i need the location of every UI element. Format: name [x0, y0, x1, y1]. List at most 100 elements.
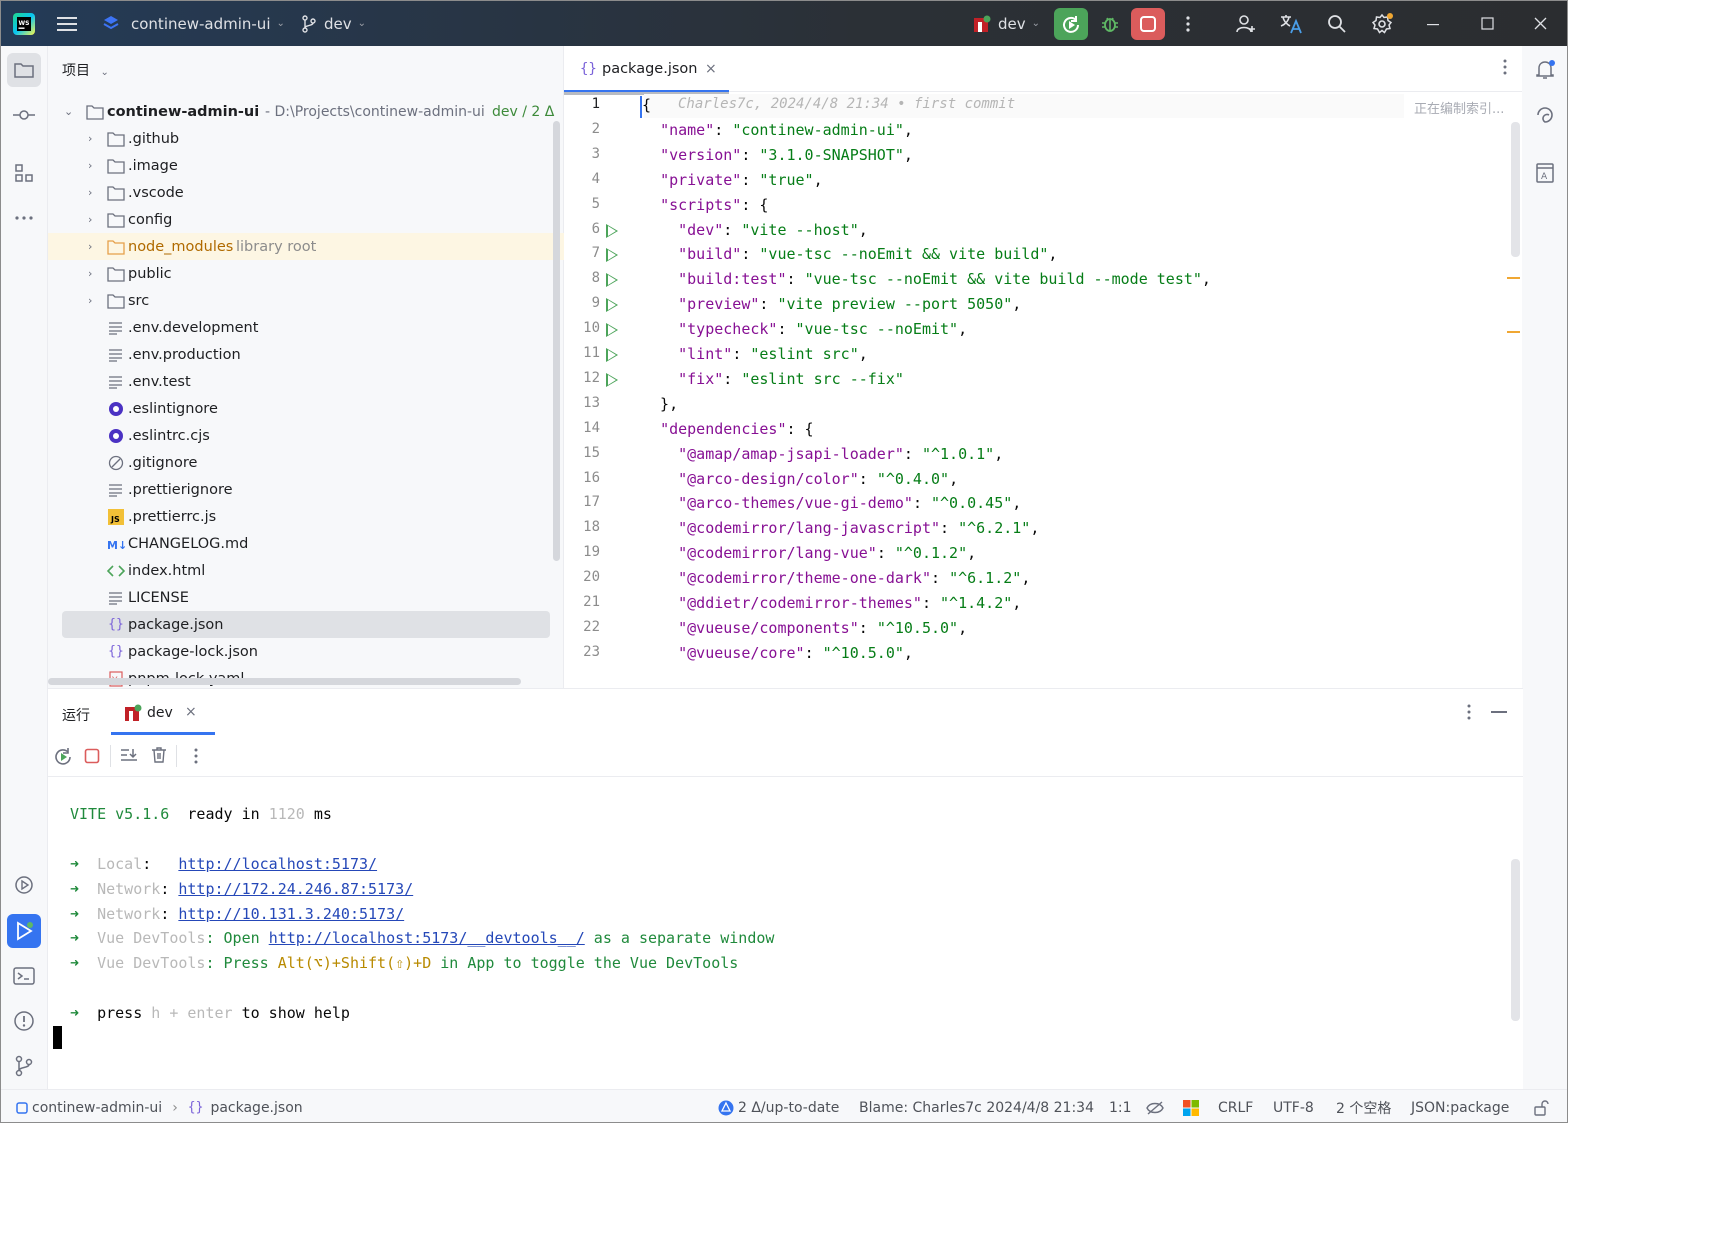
line-separator[interactable]: CRLF: [1218, 1090, 1253, 1122]
stop-button[interactable]: [1131, 8, 1165, 40]
chevron-down-icon[interactable]: ⌄: [64, 105, 73, 118]
blame-status[interactable]: Blame: Charles7c 2024/4/8 21:34: [859, 1090, 1094, 1122]
caret-position[interactable]: 1:1: [1109, 1090, 1132, 1122]
chevron-right-icon[interactable]: ›: [88, 294, 92, 307]
structure-tool-button[interactable]: [7, 156, 41, 190]
search-button[interactable]: [1320, 8, 1354, 40]
indent-setting[interactable]: 2 个空格: [1336, 1090, 1391, 1122]
minimize-button[interactable]: [1427, 1, 1441, 46]
scroll-to-end-button[interactable]: [120, 747, 138, 769]
settings-button[interactable]: [1365, 8, 1399, 40]
debug-button[interactable]: [1093, 8, 1127, 40]
run-tool-button[interactable]: [7, 914, 41, 948]
commit-tool-button[interactable]: [7, 98, 41, 132]
hide-panel-button[interactable]: [1491, 711, 1507, 713]
run-script-icon[interactable]: [606, 223, 618, 238]
problems-tool-button[interactable]: [7, 1004, 41, 1038]
branch-selector[interactable]: dev ⌄: [301, 1, 366, 46]
notifications-button[interactable]: [1528, 53, 1562, 87]
chevron-right-icon[interactable]: ›: [88, 240, 92, 253]
terminal-tool-button[interactable]: [7, 959, 41, 993]
run-script-icon[interactable]: [606, 372, 618, 387]
database-tool-button[interactable]: A: [1528, 156, 1562, 190]
chevron-right-icon[interactable]: ›: [88, 186, 92, 199]
clear-output-button[interactable]: [151, 746, 167, 768]
more-actions-button[interactable]: [1171, 8, 1205, 40]
close-tab-icon[interactable]: ×: [705, 61, 717, 77]
editor-tab-package-json[interactable]: {} package.json ×: [564, 46, 729, 93]
tree-item[interactable]: .eslintrc.cjs: [48, 422, 564, 449]
chevron-right-icon[interactable]: ›: [88, 132, 92, 145]
ai-assistant-button[interactable]: [1528, 98, 1562, 132]
main-menu-icon[interactable]: [57, 1, 79, 46]
tree-item-label: package.json: [128, 616, 224, 633]
project-selector[interactable]: continew-admin-ui ⌄: [101, 1, 285, 46]
tree-item[interactable]: .env.production: [48, 341, 564, 368]
account-button[interactable]: [1229, 8, 1263, 40]
inspection-toggle[interactable]: [1146, 1090, 1164, 1122]
tree-item[interactable]: › config: [48, 206, 564, 233]
run-panel-more-button[interactable]: [1466, 703, 1472, 725]
close-window-button[interactable]: [1534, 1, 1548, 46]
stop-button[interactable]: [84, 748, 100, 768]
local-url-link[interactable]: http://localhost:5173/: [178, 855, 377, 873]
tree-item[interactable]: JS .prettierrc.js: [48, 503, 564, 530]
chevron-right-icon[interactable]: ›: [88, 267, 92, 280]
run-script-icon[interactable]: [606, 273, 618, 288]
run-toolbar-more-button[interactable]: [193, 747, 199, 769]
tree-item-extra: library root: [236, 238, 317, 255]
tree-item[interactable]: index.html: [48, 557, 564, 584]
tree-item[interactable]: .prettierignore: [48, 476, 564, 503]
rerun-button[interactable]: [53, 746, 73, 766]
tree-root[interactable]: ⌄ continew-admin-ui - D:\Projects\continew…: [48, 98, 564, 125]
network-url-link[interactable]: http://172.24.246.87:5173/: [178, 880, 413, 898]
maximize-button[interactable]: [1481, 1, 1495, 46]
network-url-link[interactable]: http://10.131.3.240:5173/: [178, 905, 404, 923]
run-tab-dev[interactable]: dev ×: [111, 689, 243, 735]
translate-button[interactable]: [1274, 8, 1308, 40]
more-tools-button[interactable]: [7, 201, 41, 235]
run-config-selector[interactable]: dev ⌄: [973, 1, 1040, 46]
tree-item[interactable]: › node_modules library root: [48, 233, 564, 260]
tree-item[interactable]: .env.test: [48, 368, 564, 395]
code-line: "dependencies": {: [660, 419, 814, 438]
vcs-status[interactable]: 2 Δ/up-to-date: [718, 1090, 839, 1122]
tree-item[interactable]: {} package.json: [62, 611, 550, 638]
rerun-button[interactable]: [1054, 8, 1088, 40]
tree-item[interactable]: › src: [48, 287, 564, 314]
editor-vertical-scrollbar[interactable]: [1511, 122, 1520, 257]
services-icon: [15, 876, 33, 894]
chevron-right-icon[interactable]: ›: [88, 159, 92, 172]
project-panel-title[interactable]: 项目 ⌄: [62, 60, 109, 80]
run-script-icon[interactable]: [606, 248, 618, 263]
project-tool-button[interactable]: [7, 53, 41, 87]
tree-item[interactable]: .env.development: [48, 314, 564, 341]
tree-item[interactable]: › public: [48, 260, 564, 287]
tree-item[interactable]: .gitignore: [48, 449, 564, 476]
tree-item[interactable]: .eslintignore: [48, 395, 564, 422]
console-vertical-scrollbar[interactable]: [1511, 859, 1520, 1021]
run-script-icon[interactable]: [606, 348, 618, 362]
tree-item[interactable]: {} package-lock.json: [48, 638, 564, 665]
tree-item[interactable]: M↓CHANGELOG.md: [48, 530, 564, 557]
readonly-toggle[interactable]: [1533, 1090, 1549, 1122]
editor-more-button[interactable]: [1502, 58, 1508, 80]
breadcrumb-file[interactable]: package.json: [210, 1100, 302, 1116]
tree-horizontal-scrollbar[interactable]: [48, 678, 521, 685]
run-script-icon[interactable]: [606, 323, 618, 338]
tree-item[interactable]: › .github: [48, 125, 564, 152]
breadcrumb-project[interactable]: continew-admin-ui: [32, 1100, 162, 1116]
tree-item[interactable]: › .image: [48, 152, 564, 179]
json-schema[interactable]: JSON:package: [1411, 1090, 1509, 1122]
git-tool-button[interactable]: [7, 1049, 41, 1083]
run-script-icon[interactable]: [606, 298, 618, 313]
file-encoding[interactable]: UTF-8: [1273, 1090, 1314, 1122]
tree-vertical-scrollbar[interactable]: [553, 121, 560, 561]
chevron-right-icon[interactable]: ›: [88, 213, 92, 226]
services-tool-button[interactable]: [7, 868, 41, 902]
tree-item[interactable]: LICENSE: [48, 584, 564, 611]
tree-item[interactable]: › .vscode: [48, 179, 564, 206]
close-tab-icon[interactable]: ×: [185, 704, 197, 720]
devtools-url-link[interactable]: http://localhost:5173/__devtools__/: [269, 929, 585, 947]
tree-item-label: LICENSE: [128, 589, 189, 606]
